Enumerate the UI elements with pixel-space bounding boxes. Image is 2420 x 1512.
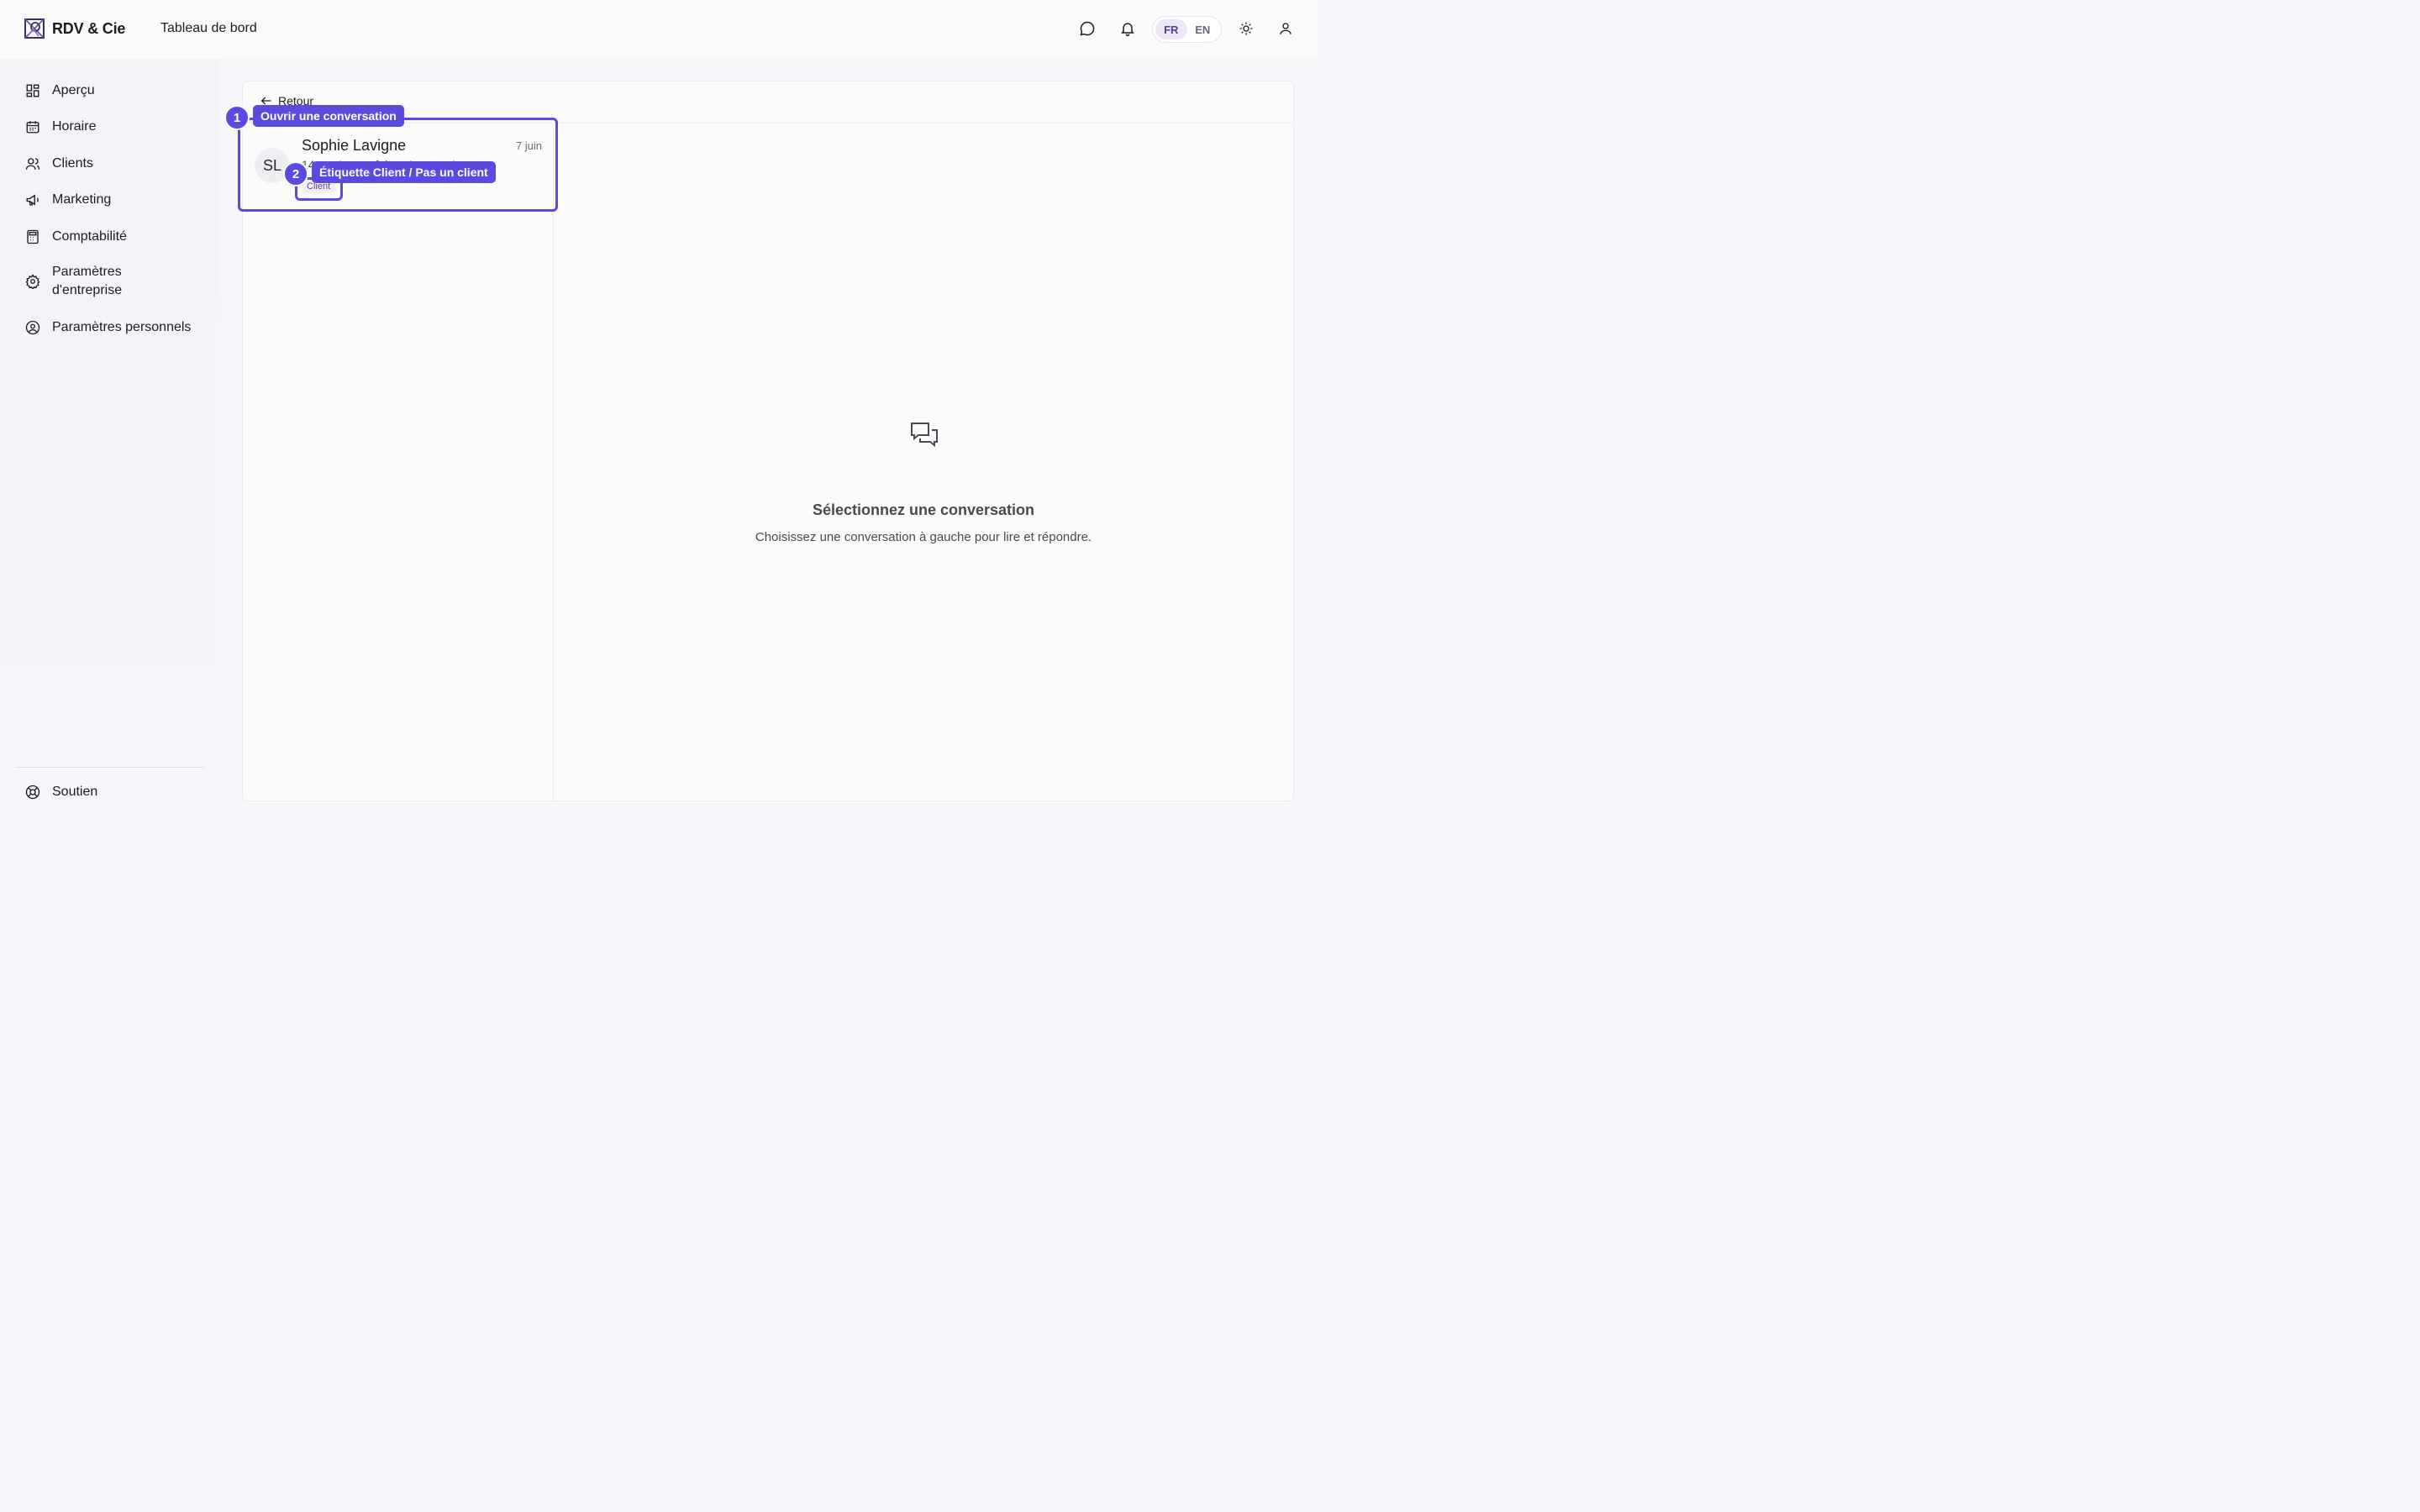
app-root: RDV & Cie Tableau de bord FR EN Aperçu H… — [0, 0, 1318, 823]
sidebar-divider — [15, 767, 204, 768]
user-circle-icon — [25, 320, 40, 335]
sidebar-item-label: Marketing — [52, 192, 112, 207]
megaphone-icon — [26, 194, 39, 206]
tour-step-2-badge: 2 — [283, 161, 308, 186]
conversation-list: SL Sophie Lavigne 7 juin 14 … c'est … fa… — [243, 123, 554, 801]
lang-fr-button[interactable]: FR — [1155, 19, 1187, 39]
tour-step-1-label: Ouvrir une conversation — [253, 105, 404, 127]
sidebar-item-label: Soutien — [52, 785, 98, 799]
sidebar-item-soutien[interactable]: Soutien — [25, 783, 97, 801]
sidebar-item-apercu[interactable]: Aperçu — [25, 81, 95, 100]
conversation-date: 7 juin — [515, 139, 542, 152]
lang-en-button[interactable]: EN — [1187, 19, 1219, 39]
messages-panel: Retour SL Sophie Lavigne 7 juin 14 … c'e… — [242, 81, 1294, 801]
brand[interactable]: RDV & Cie — [24, 18, 125, 39]
top-header: RDV & Cie Tableau de bord FR EN — [0, 0, 1318, 59]
sidebar-item-label: Horaire — [52, 119, 97, 134]
gear-icon — [25, 274, 40, 289]
page-title: Tableau de bord — [160, 21, 257, 35]
sidebar-item-label: Paramètres personnels — [52, 320, 192, 334]
sidebar-item-label: Clients — [52, 156, 93, 171]
brand-logo-icon — [24, 18, 45, 39]
grid-icon — [26, 84, 39, 97]
sidebar-item-label: Comptabilité — [52, 229, 127, 244]
sidebar-item-parametres-entreprise[interactable]: Paramètres d'entreprise — [25, 263, 151, 300]
sidebar-item-comptabilite[interactable]: Comptabilité — [25, 228, 127, 246]
sun-icon[interactable] — [1237, 19, 1255, 38]
chat-icon[interactable] — [1078, 19, 1097, 38]
sidebar-item-marketing[interactable]: Marketing — [25, 191, 111, 209]
lifebuoy-icon — [25, 785, 40, 800]
sidebar: Aperçu Horaire Clients Marketing Comptab… — [0, 59, 220, 823]
sidebar-item-horaire[interactable]: Horaire — [25, 118, 96, 136]
conversation-name: Sophie Lavigne — [302, 137, 407, 154]
sidebar-item-label: Aperçu — [52, 83, 95, 97]
sidebar-item-label: Paramètres d'entreprise — [52, 265, 123, 297]
sidebar-item-parametres-personnels[interactable]: Paramètres personnels — [25, 318, 191, 337]
calendar-icon — [26, 121, 39, 134]
language-toggle: FR EN — [1152, 16, 1222, 43]
chat-bubbles-icon — [911, 423, 938, 448]
empty-state: Sélectionnez une conversation Choisissez… — [554, 123, 1293, 801]
tour-step-2-label: Étiquette Client / Pas un client — [312, 161, 496, 183]
calculator-icon — [27, 229, 39, 244]
sidebar-item-clients[interactable]: Clients — [25, 155, 93, 173]
empty-state-subtitle: Choisissez une conversation à gauche pou… — [755, 530, 1092, 544]
bell-icon[interactable] — [1118, 19, 1137, 38]
tour-step-1-badge: 1 — [224, 105, 250, 130]
brand-name: RDV & Cie — [52, 19, 126, 37]
user-icon[interactable] — [1276, 19, 1295, 38]
empty-state-title: Sélectionnez une conversation — [812, 501, 1035, 518]
users-icon — [25, 158, 40, 170]
